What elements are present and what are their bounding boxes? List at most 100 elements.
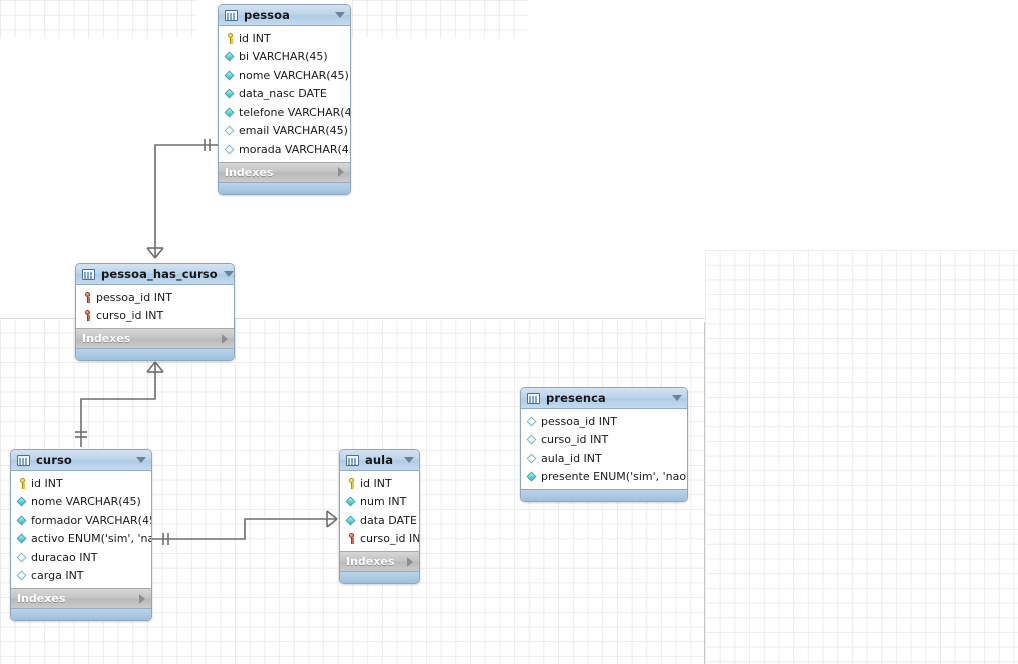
column-row[interactable]: nome VARCHAR(45) [219,66,350,85]
column-label: pessoa_id INT [96,290,172,304]
column-label: aula_id INT [541,451,602,465]
nullable-icon [527,452,538,465]
column-row[interactable]: id INT [11,474,151,493]
column-row[interactable]: id INT [219,29,350,48]
column-row[interactable]: nome VARCHAR(45) [11,493,151,512]
column-row[interactable]: activo ENUM('sim', 'nao') [11,530,151,549]
column-row[interactable]: id INT [340,474,419,493]
not-null-icon [225,87,236,100]
nullable-icon [17,569,28,582]
column-row[interactable]: presente ENUM('sim', 'nao') [521,468,687,487]
table-columns-pessoa: id INT bi VARCHAR(45) nome VARCHAR(45) data… [219,26,350,162]
foreign-key-icon [82,309,93,322]
table-header-pessoa[interactable]: pessoa [219,5,350,26]
table-header-pessoa_has_curso[interactable]: pessoa_has_curso [76,264,234,285]
column-row[interactable]: curso_id INT [340,530,419,549]
table-footer-curso [11,608,151,620]
page-boundary-line [704,322,705,664]
nullable-icon [527,415,538,428]
table-pessoa_has_curso[interactable]: pessoa_has_curso pessoa_id INT curso_id IN… [75,263,235,361]
table-curso[interactable]: curso id INT nome VARCHAR(45) formador VARC… [10,449,152,621]
primary-key-icon [225,32,236,45]
indexes-label: Indexes [17,592,66,605]
column-label: nome VARCHAR(45) [239,68,349,82]
grid-patch [352,0,528,38]
column-row[interactable]: curso_id INT [521,431,687,450]
table-columns-aula: id INT num INT data DATE curso_id INT [340,471,419,551]
not-null-icon [17,514,28,527]
collapse-caret-icon[interactable] [672,395,682,401]
not-null-icon [225,50,236,63]
not-null-icon [225,106,236,119]
collapse-caret-icon[interactable] [223,271,234,277]
column-row[interactable]: carga INT [11,567,151,586]
not-null-icon [527,470,538,483]
column-row[interactable]: pessoa_id INT [521,412,687,431]
collapse-caret-icon[interactable] [335,12,345,18]
column-label: num INT [360,495,407,509]
table-icon [225,9,238,21]
column-label: curso_id INT [96,309,164,323]
indexes-bar-pessoa_has_curso[interactable]: Indexes [76,328,234,348]
column-row[interactable]: aula_id INT [521,449,687,468]
table-columns-curso: id INT nome VARCHAR(45) formador VARCHAR(4… [11,471,151,588]
column-row[interactable]: pessoa_id INT [76,288,234,307]
expand-caret-icon[interactable] [407,556,413,567]
column-row[interactable]: telefone VARCHAR(45) [219,103,350,122]
nullable-icon [225,124,236,137]
table-columns-pessoa_has_curso: pessoa_id INT curso_id INT [76,285,234,328]
column-row[interactable]: duracao INT [11,548,151,567]
column-label: curso_id INT [541,433,609,447]
expand-caret-icon[interactable] [222,333,228,344]
expand-caret-icon[interactable] [139,593,145,604]
column-row[interactable]: num INT [340,493,419,512]
indexes-bar-aula[interactable]: Indexes [340,551,419,571]
column-label: activo ENUM('sim', 'nao') [31,532,151,546]
column-row[interactable]: data_nasc DATE [219,85,350,104]
column-label: id INT [239,31,271,45]
indexes-label: Indexes [346,555,395,568]
indexes-bar-pessoa[interactable]: Indexes [219,161,350,182]
not-null-icon [346,495,357,508]
indexes-bar-curso[interactable]: Indexes [11,588,151,608]
column-label: duracao INT [31,550,98,564]
not-null-icon [17,495,28,508]
column-row[interactable]: data DATE [340,511,419,530]
column-row[interactable]: curso_id INT [76,307,234,326]
column-row[interactable]: morada VARCHAR(45) [219,140,350,159]
table-header-presenca[interactable]: presenca [521,388,687,409]
table-aula[interactable]: aula id INT num INT data DATE curso_id INT In… [339,449,420,584]
collapse-caret-icon[interactable] [136,457,146,463]
primary-key-icon [346,477,357,490]
not-null-icon [225,69,236,82]
table-pessoa[interactable]: pessoa id INT bi VARCHAR(45) nome VARCHAR(4… [218,4,351,195]
column-row[interactable]: formador VARCHAR(45) [11,511,151,530]
table-header-aula[interactable]: aula [340,450,419,471]
column-label: data DATE [360,513,417,527]
table-footer-presenca [521,489,687,501]
table-footer-aula [340,571,419,583]
column-label: data_nasc DATE [239,87,327,101]
column-label: id INT [31,476,63,490]
column-label: nome VARCHAR(45) [31,495,141,509]
column-row[interactable]: bi VARCHAR(45) [219,48,350,67]
table-footer-pessoa [219,181,350,194]
indexes-label: Indexes [82,332,131,345]
table-title-aula: aula [365,453,394,467]
table-header-curso[interactable]: curso [11,450,151,471]
column-label: presente ENUM('sim', 'nao') [541,470,688,484]
nullable-icon [527,433,538,446]
table-title-curso: curso [36,453,72,467]
expand-caret-icon[interactable] [338,167,344,177]
collapse-caret-icon[interactable] [404,457,414,463]
column-label: id INT [360,476,392,490]
indexes-label: Indexes [225,165,274,179]
column-row[interactable]: email VARCHAR(45) [219,122,350,141]
table-presenca[interactable]: presenca pessoa_id INT curso_id INT aula_id… [520,387,688,502]
table-icon [527,392,540,404]
not-null-icon [17,532,28,545]
table-icon [346,454,359,466]
column-label: morada VARCHAR(45) [239,142,351,156]
column-label: bi VARCHAR(45) [239,50,328,64]
grid-patch [0,0,196,38]
